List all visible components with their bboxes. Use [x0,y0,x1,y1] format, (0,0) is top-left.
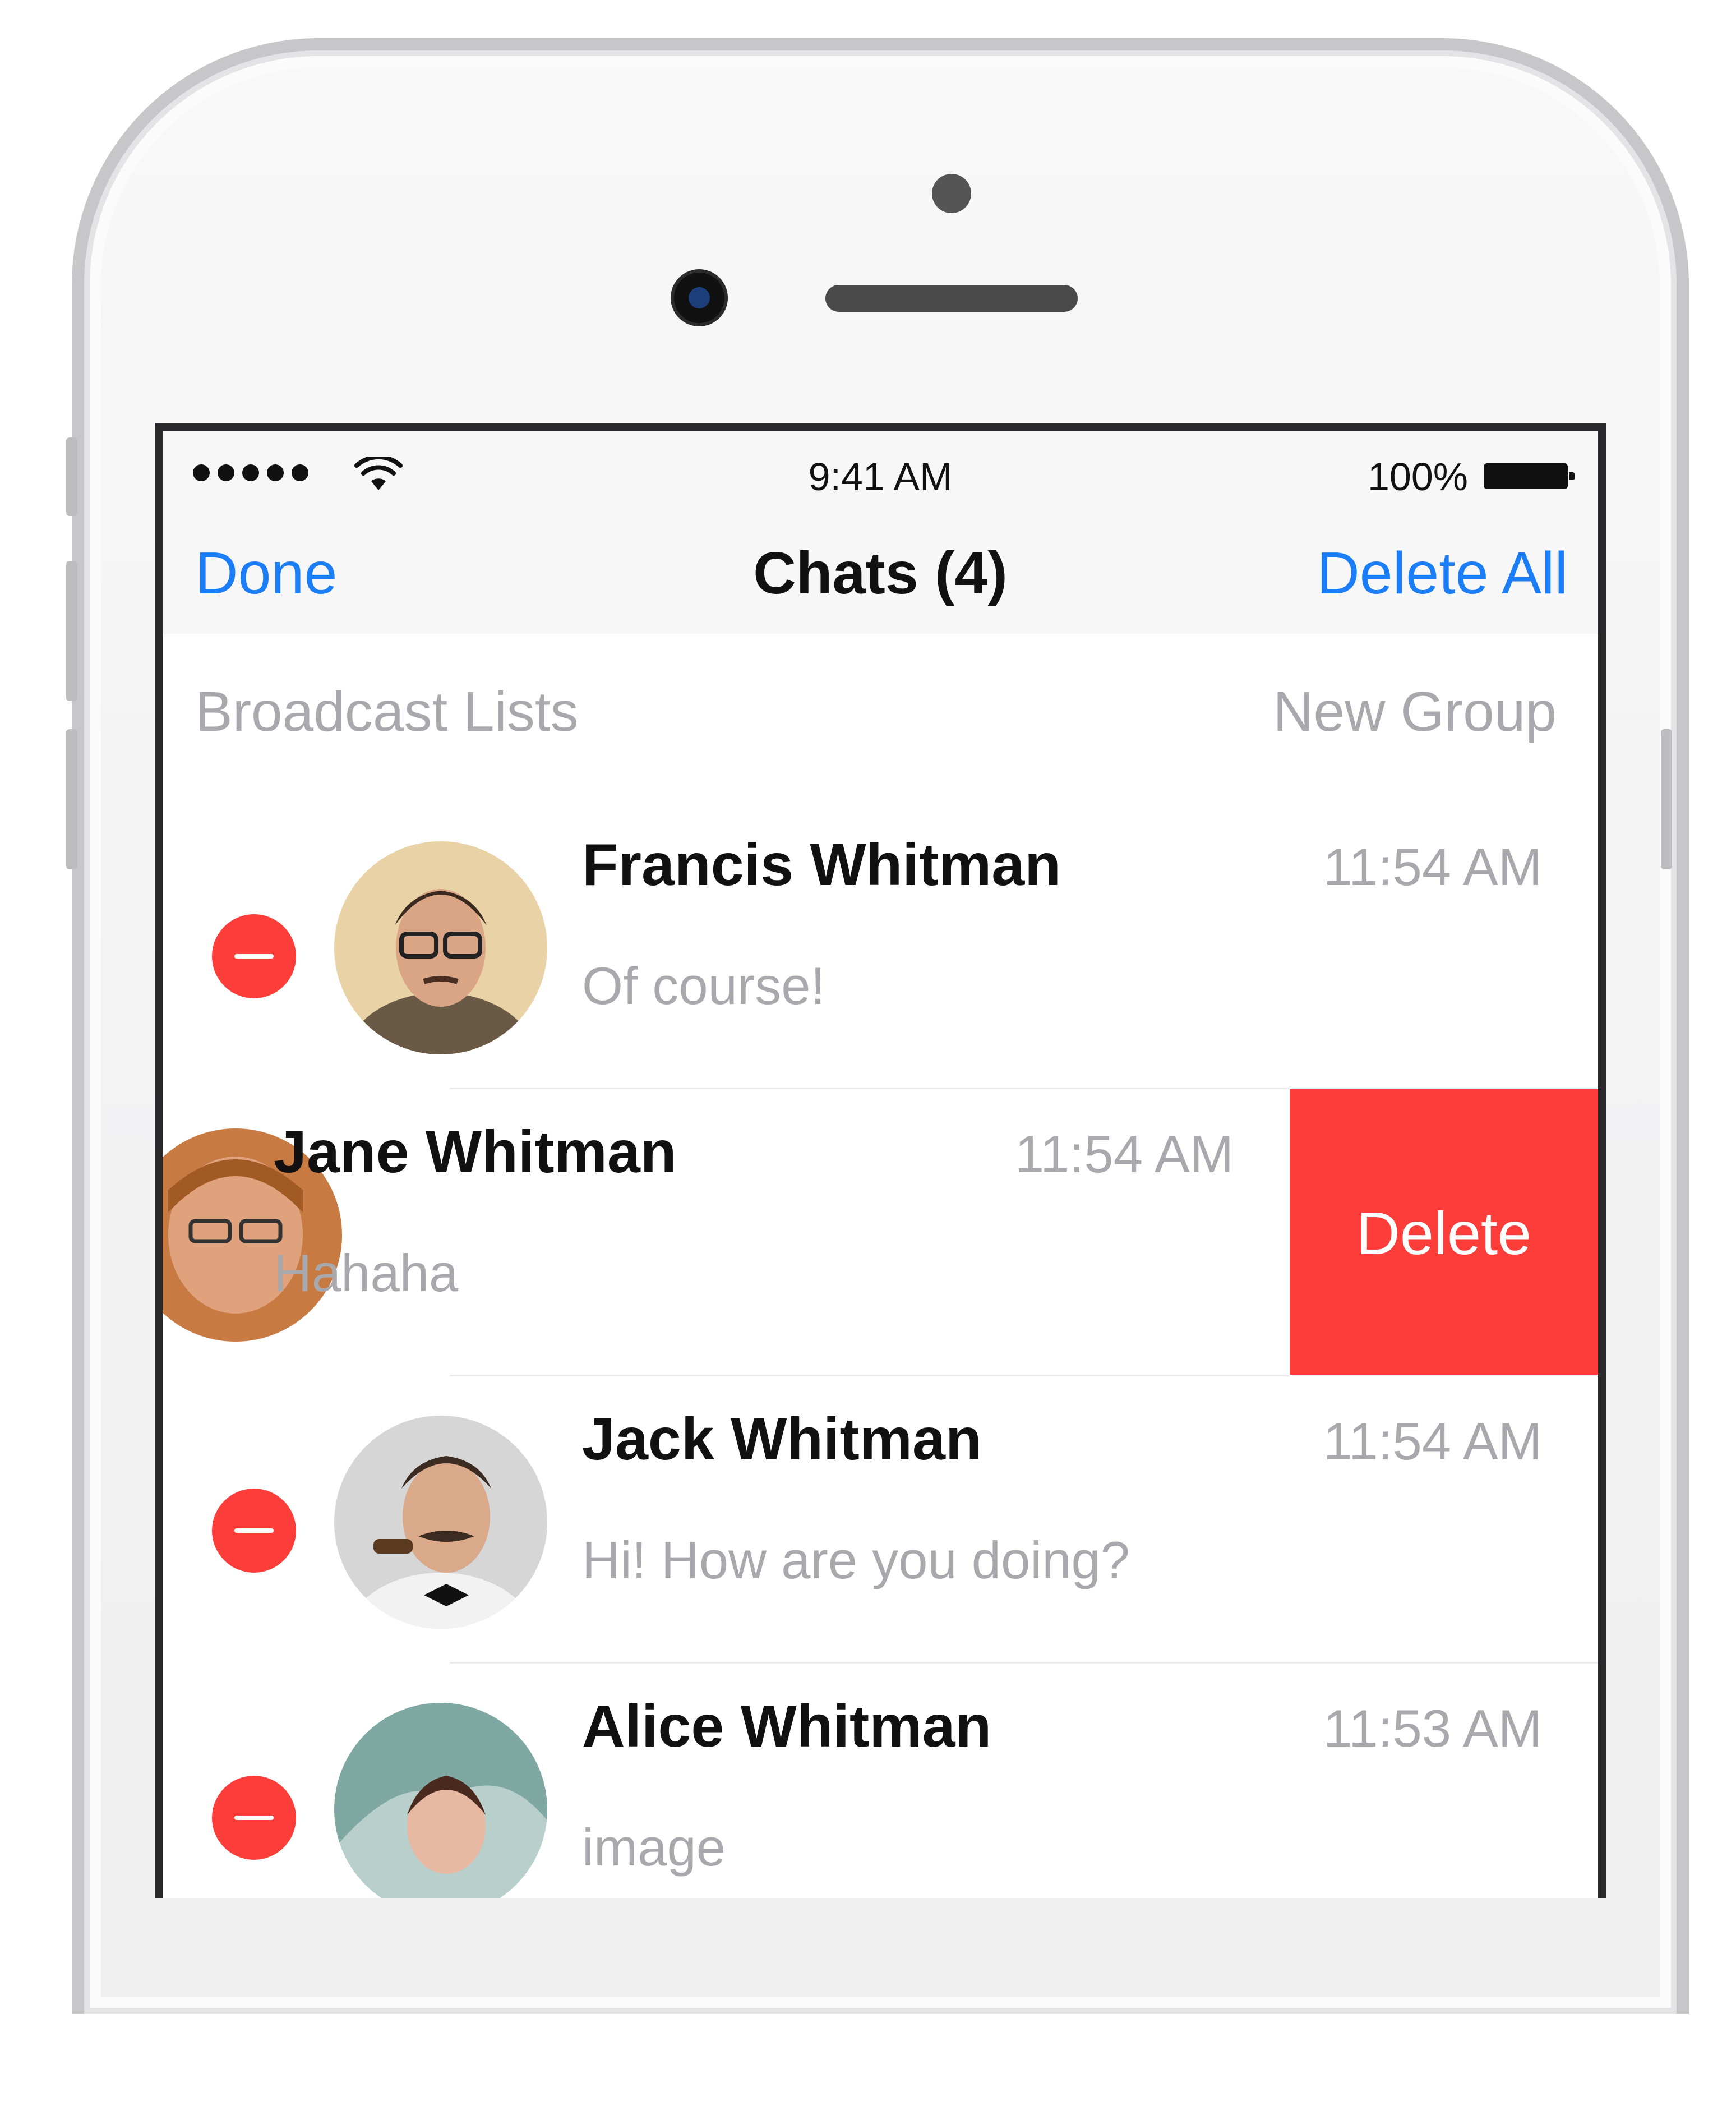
volume-down-button [66,729,77,869]
avatar [334,1703,547,1898]
battery-percent: 100% [1367,455,1468,499]
battery-icon [1484,463,1575,489]
message-preview: Hahaha [274,1243,459,1302]
power-button [1661,729,1672,869]
contact-name: Alice Whitman [582,1693,992,1759]
swiped-row-content: Jane Whitman 11:54 AM Hahaha [163,1089,1290,1376]
navigation-bar: Done Chats (4) Delete All [163,509,1598,635]
contact-name: Jane Whitman [274,1119,677,1185]
mute-switch [66,437,77,516]
contact-name: Jack Whitman [582,1406,982,1472]
status-bar: 9:41 AM 100% [163,431,1598,509]
delete-toggle-icon[interactable] [212,1776,296,1860]
message-time: 11:54 AM [1323,837,1542,896]
message-preview: Of course! [582,956,825,1015]
contact-name: Francis Whitman [582,832,1061,898]
message-preview: image [582,1818,726,1877]
front-camera-icon [674,273,724,323]
delete-chat-button[interactable]: Delete [1290,1089,1598,1376]
proximity-sensor [932,174,971,213]
delete-toggle-icon[interactable] [212,914,296,998]
chat-options-bar: Broadcast Lists New Group [163,634,1598,804]
avatar [334,1416,547,1629]
earpiece-speaker [825,285,1078,312]
volume-up-button [66,561,77,701]
chat-row-alice[interactable]: Alice Whitman 11:53 AM image [163,1664,1598,1898]
chat-row-jane[interactable]: Jane Whitman 11:54 AM Hahaha Delete [163,1089,1598,1376]
broadcast-lists-button[interactable]: Broadcast Lists [195,680,579,744]
chat-row-francis[interactable]: Francis Whitman 11:54 AM Of course! [163,802,1598,1089]
avatar [334,841,547,1054]
new-group-button[interactable]: New Group [1273,680,1557,744]
delete-all-button[interactable]: Delete All [1317,540,1568,607]
done-button[interactable]: Done [195,540,337,607]
chat-row-jack[interactable]: Jack Whitman 11:54 AM Hi! How are you do… [163,1376,1598,1664]
message-time: 11:54 AM [1014,1125,1234,1183]
phone-screen: 9:41 AM 100% Done Chats (4) Delete All B… [155,423,1606,1898]
message-time: 11:54 AM [1323,1412,1542,1471]
message-preview: Hi! How are you doing? [582,1531,1130,1589]
message-time: 11:53 AM [1323,1699,1542,1758]
delete-toggle-icon[interactable] [212,1489,296,1573]
